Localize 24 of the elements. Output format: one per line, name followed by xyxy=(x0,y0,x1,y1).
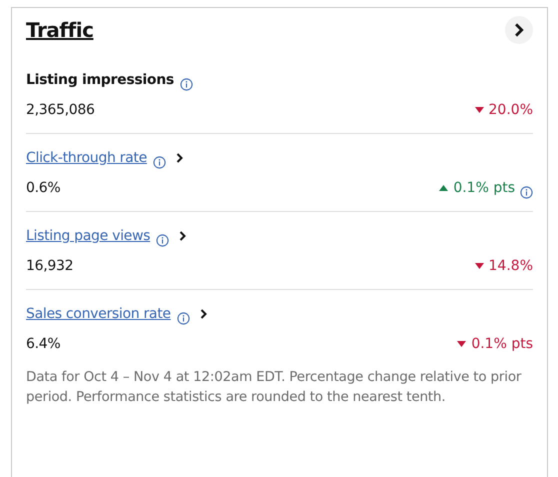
chevron-right-icon xyxy=(200,309,207,319)
metric-change: 14.8% xyxy=(488,258,533,274)
metric-value: 0.6% xyxy=(26,180,60,196)
metric-change: 0.1% pts xyxy=(471,336,533,352)
metric-link[interactable]: Click-through rate xyxy=(26,150,147,166)
metric-value: 16,932 xyxy=(26,258,74,274)
card-title[interactable]: Traffic xyxy=(26,18,94,42)
footnote: Data for Oct 4 – Nov 4 at 12:02am EDT. Percentage change relative to prior period. Performance statistics are rounded to the nearest tenth. xyxy=(26,368,522,407)
open-button[interactable] xyxy=(505,16,533,44)
info-icon[interactable] xyxy=(152,156,166,168)
metric-value: 2,365,086 xyxy=(26,102,95,118)
metric-link[interactable]: Sales conversion rate xyxy=(26,306,171,322)
info-icon[interactable] xyxy=(176,312,190,324)
metric-change: 0.1% pts xyxy=(453,180,515,196)
chevron-right-icon xyxy=(514,23,524,37)
metric-link[interactable]: Listing page views xyxy=(26,228,150,244)
info-icon[interactable] xyxy=(156,234,170,246)
info-icon[interactable] xyxy=(180,78,193,90)
metric-change: 20.0% xyxy=(488,102,533,118)
info-icon[interactable] xyxy=(520,186,533,198)
chevron-right-icon xyxy=(176,153,183,163)
metric-value: 6.4% xyxy=(26,336,60,352)
chevron-right-icon xyxy=(179,231,186,241)
metric-label: Listing impressions xyxy=(26,72,174,88)
